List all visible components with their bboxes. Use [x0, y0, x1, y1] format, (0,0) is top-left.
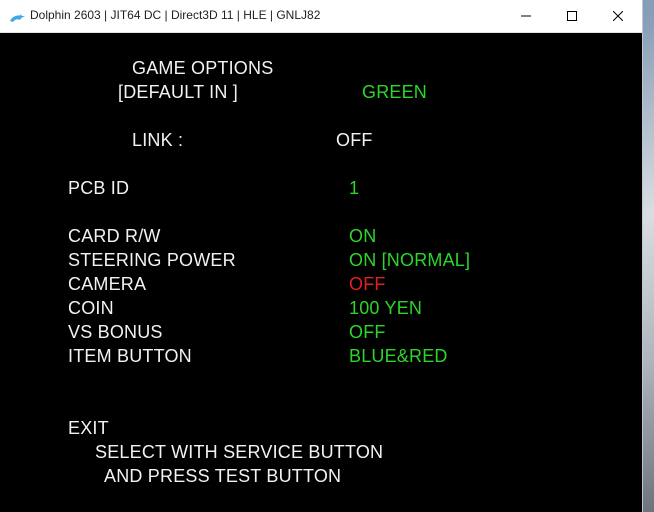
instruction-line-2: AND PRESS TEST BUTTON	[104, 466, 342, 486]
link-value: OFF	[336, 130, 373, 150]
option-label-item-button: ITEM BUTTON	[68, 346, 192, 366]
option-label-camera: CAMERA	[68, 274, 147, 294]
maximize-icon	[567, 11, 577, 21]
pcb-id-value: 1	[349, 178, 360, 198]
minimize-button[interactable]	[503, 0, 549, 32]
option-value-coin: 100 YEN	[349, 298, 423, 318]
game-screen[interactable]: GAME OPTIONS [DEFAULT IN ] GREEN LINK : …	[1, 33, 641, 512]
option-label-coin: COIN	[68, 298, 114, 318]
minimize-icon	[521, 15, 531, 17]
pcb-id-label: PCB ID	[68, 178, 130, 198]
close-icon	[613, 11, 623, 21]
title-bar[interactable]: Dolphin 2603 | JIT64 DC | Direct3D 11 | …	[0, 0, 642, 33]
link-label: LINK :	[132, 130, 184, 150]
option-label-vs-bonus: VS BONUS	[68, 322, 163, 342]
option-value-camera: OFF	[349, 274, 386, 294]
exit-option: EXIT	[68, 418, 109, 438]
dolphin-icon	[9, 10, 27, 22]
instruction-line-1: SELECT WITH SERVICE BUTTON	[95, 442, 384, 462]
option-label-steering-power: STEERING POWER	[68, 250, 236, 270]
option-value-item-button: BLUE&RED	[349, 346, 448, 366]
option-value-vs-bonus: OFF	[349, 322, 386, 342]
heading-game-options: GAME OPTIONS	[132, 58, 274, 78]
heading-default-in: [DEFAULT IN ]	[118, 82, 238, 102]
dolphin-window: Dolphin 2603 | JIT64 DC | Direct3D 11 | …	[0, 0, 643, 512]
window-title: Dolphin 2603 | JIT64 DC | Direct3D 11 | …	[30, 8, 321, 22]
option-label-card-rw: CARD R/W	[68, 226, 161, 246]
close-button[interactable]	[595, 0, 641, 32]
option-value-card-rw: ON	[349, 226, 377, 246]
default-value: GREEN	[362, 82, 428, 102]
option-value-steering-power: ON [NORMAL]	[349, 250, 471, 270]
maximize-button[interactable]	[549, 0, 595, 32]
